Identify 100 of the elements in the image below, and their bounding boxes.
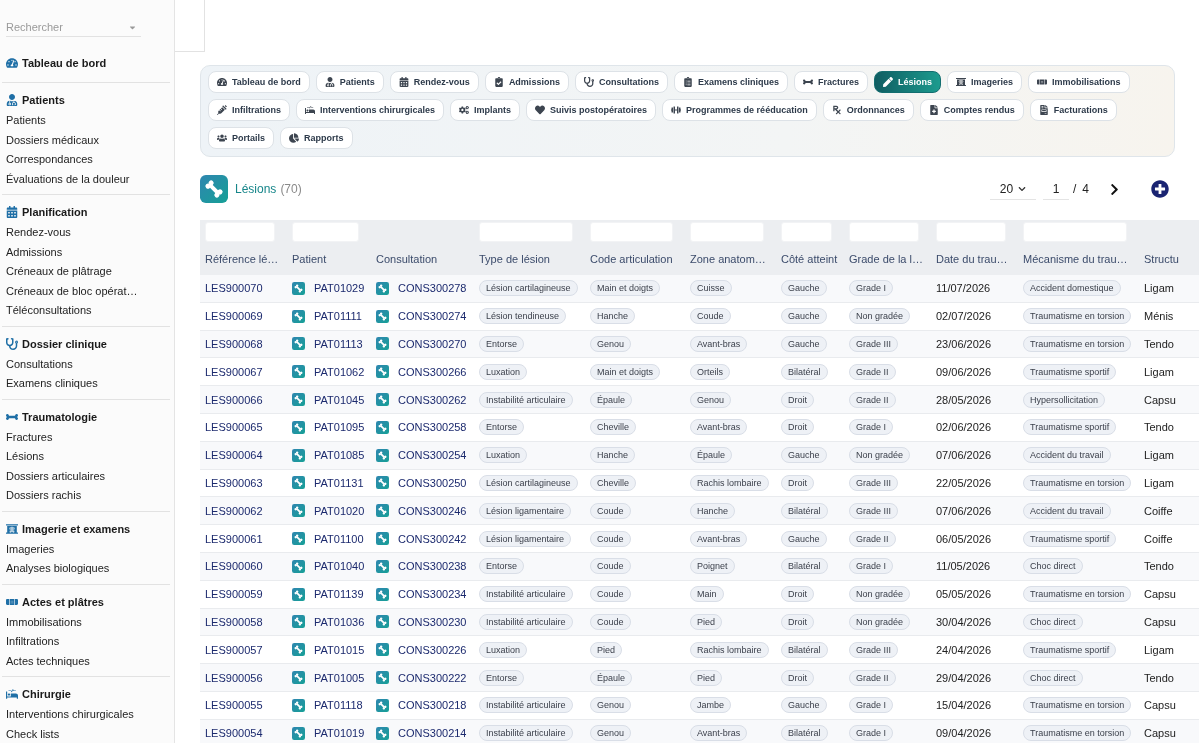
consultation-link[interactable]: CONS300242 (398, 531, 467, 546)
patient-link[interactable]: PAT01113 (314, 337, 363, 351)
patient-link[interactable]: PAT01118 (314, 698, 363, 713)
reference-link[interactable]: LES900063 (205, 476, 263, 489)
page-field[interactable]: 1 (1042, 178, 1069, 200)
nav-item[interactable]: Check lists (6, 724, 170, 743)
reference-link[interactable]: LES900061 (205, 532, 263, 545)
nav-item[interactable]: Interventions chirurgicales (6, 705, 170, 725)
consultation-link[interactable]: CONS300222 (398, 670, 467, 685)
reference-link[interactable]: LES900062 (205, 504, 263, 517)
nav-item[interactable]: Téléconsultations (6, 301, 170, 321)
consultation-link[interactable]: CONS300226 (398, 642, 467, 657)
add-button[interactable] (1151, 180, 1169, 198)
nav-item[interactable]: Admissions (6, 242, 170, 262)
reference-link[interactable]: LES900064 (205, 449, 263, 462)
consultation-link[interactable]: CONS300266 (398, 364, 467, 379)
nav-item[interactable]: Dossiers médicaux (6, 130, 170, 150)
reference-link[interactable]: LES900058 (205, 615, 263, 628)
nav-item[interactable]: Rendez-vous (6, 223, 170, 243)
nav-item[interactable]: Fractures (6, 427, 170, 447)
tab[interactable]: Ordonnances (822, 99, 914, 121)
tab[interactable]: Implants (450, 99, 521, 121)
tab[interactable]: Imageries (947, 71, 1022, 93)
reference-link[interactable]: LES900068 (205, 338, 263, 350)
tab[interactable]: Comptes rendus (919, 99, 1024, 121)
consultation-link[interactable]: CONS300246 (398, 503, 467, 518)
page-size-select[interactable]: 20 (989, 178, 1036, 200)
nav-item[interactable]: Imageries (6, 539, 170, 559)
tab[interactable]: Immobilisations (1028, 71, 1130, 93)
reference-link[interactable]: LES900054 (205, 727, 263, 740)
patient-link[interactable]: PAT01139 (314, 587, 364, 602)
nav-item[interactable]: Créneaux de bloc opérat… (6, 281, 170, 301)
reference-link[interactable]: LES900059 (205, 588, 263, 601)
tab[interactable]: Infiltrations (208, 99, 290, 121)
consultation-link[interactable]: CONS300254 (398, 448, 467, 463)
consultation-link[interactable]: CONS300250 (398, 475, 467, 490)
reference-link[interactable]: LES900069 (205, 310, 263, 323)
consultation-link[interactable]: CONS300278 (398, 281, 467, 296)
nav-item[interactable]: Infiltrations (6, 632, 170, 652)
reference-link[interactable]: LES900056 (205, 671, 263, 684)
tab[interactable]: Portails (208, 127, 274, 149)
tab[interactable]: Lésions (873, 71, 941, 93)
patient-link[interactable]: PAT01131 (314, 475, 364, 490)
patient-link[interactable]: PAT01005 (314, 670, 365, 685)
tab[interactable]: Fractures (793, 71, 868, 93)
search-field[interactable]: Rechercher (6, 17, 141, 37)
next-page-button[interactable] (1108, 182, 1121, 196)
tab[interactable]: Examens cliniques (673, 71, 788, 93)
tab[interactable]: Consultations (574, 71, 668, 93)
nav-item[interactable]: Créneaux de plâtrage (6, 262, 170, 282)
reference-link[interactable]: LES900065 (205, 421, 263, 434)
patient-link[interactable]: PAT01029 (314, 281, 365, 296)
consultation-link[interactable]: CONS300234 (398, 587, 467, 602)
nav-item[interactable]: Consultations (6, 354, 170, 374)
tab[interactable]: Rapports (280, 127, 353, 149)
tab[interactable]: Admissions (484, 71, 569, 93)
tab[interactable]: Programmes de rééducation (662, 99, 817, 121)
nav-item[interactable]: Analyses biologiques (6, 559, 170, 579)
consultation-link[interactable]: CONS300262 (398, 392, 467, 407)
patient-link[interactable]: PAT01100 (314, 531, 364, 546)
tab[interactable]: Interventions chirurgicales (296, 99, 445, 121)
patient-link[interactable]: PAT01020 (314, 503, 365, 518)
reference-link[interactable]: LES900067 (205, 365, 263, 378)
tab[interactable]: Patients (315, 71, 384, 93)
consultation-link[interactable]: CONS300238 (398, 559, 467, 574)
nav-item[interactable]: Lésions (6, 447, 170, 467)
patient-link[interactable]: PAT01015 (314, 642, 365, 657)
tab[interactable]: Tableau de bord (208, 71, 310, 93)
nav-item[interactable]: Patients (6, 111, 170, 131)
nav-item[interactable]: Évaluations de la douleur (6, 169, 170, 189)
tab[interactable]: Suivis postopératoires (526, 99, 657, 121)
reference-link[interactable]: LES900066 (205, 393, 263, 406)
patient-link[interactable]: PAT01019 (314, 726, 365, 741)
patient-link[interactable]: PAT01036 (314, 614, 365, 629)
reference-link[interactable]: LES900060 (205, 560, 263, 573)
nav-item[interactable]: Dossiers articulaires (6, 466, 170, 486)
nav-item[interactable]: Actes techniques (6, 651, 170, 671)
consultation-link[interactable]: CONS300230 (398, 614, 467, 629)
consultation-link[interactable]: CONS300258 (398, 420, 467, 435)
reference-link[interactable]: LES900057 (205, 643, 263, 656)
nav-item[interactable]: Examens cliniques (6, 374, 170, 394)
reference-link[interactable]: LES900070 (205, 282, 263, 295)
lesion-type-tag: Lésion cartilagineuse (479, 474, 578, 491)
patient-link[interactable]: PAT01062 (314, 364, 365, 379)
patient-link[interactable]: PAT01045 (314, 392, 365, 407)
patient-link[interactable]: PAT01085 (314, 448, 365, 463)
patient-link[interactable]: PAT01095 (314, 420, 365, 435)
nav-item[interactable]: Correspondances (6, 150, 170, 170)
tab[interactable]: Facturations (1029, 99, 1117, 121)
tab[interactable]: Rendez-vous (389, 71, 479, 93)
reference-link[interactable]: LES900055 (205, 699, 263, 712)
nav-link[interactable]: Tableau de bord (22, 57, 107, 69)
consultation-link[interactable]: CONS300274 (398, 309, 467, 324)
patient-link[interactable]: PAT01040 (314, 559, 365, 574)
consultation-link[interactable]: CONS300214 (398, 726, 467, 741)
nav-item[interactable]: Immobilisations (6, 612, 170, 632)
consultation-link[interactable]: CONS300270 (398, 337, 467, 351)
consultation-link[interactable]: CONS300218 (398, 698, 467, 713)
nav-item[interactable]: Dossiers rachis (6, 486, 170, 506)
patient-link[interactable]: PAT01111 (314, 309, 362, 324)
